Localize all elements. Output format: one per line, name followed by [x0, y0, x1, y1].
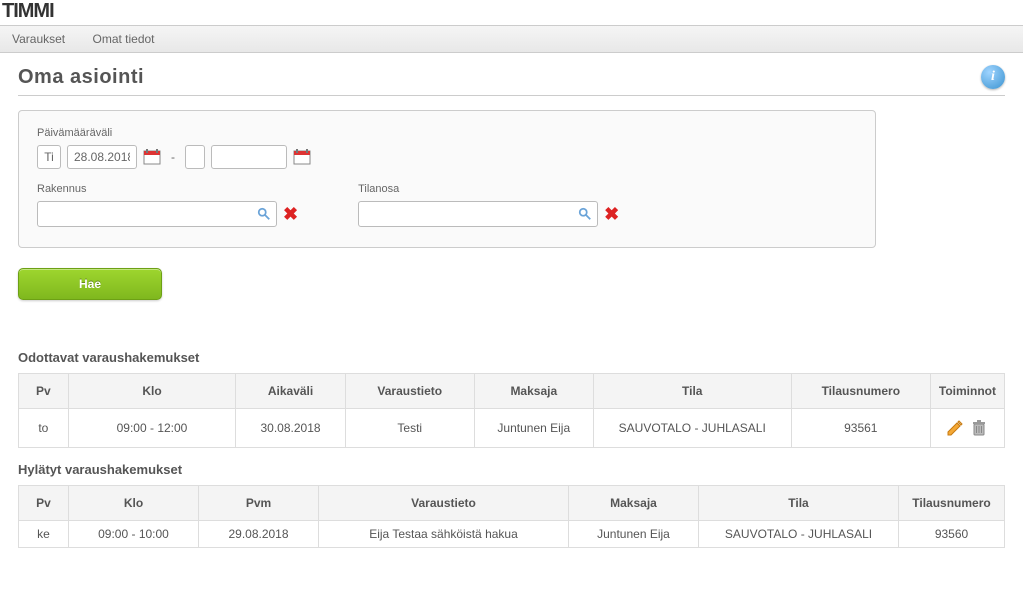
cell-pvm: 29.08.2018: [199, 521, 319, 548]
search-button[interactable]: Hae: [18, 268, 162, 300]
search-panel: Päivämääräväli - Rakennus ✖: [18, 110, 876, 248]
pending-table: Pv Klo Aikaväli Varaustieto Maksaja Tila…: [18, 373, 1005, 448]
page-title: Oma asiointi: [18, 66, 144, 89]
nav-varaukset[interactable]: Varaukset: [0, 32, 77, 46]
rejected-table: Pv Klo Pvm Varaustieto Maksaja Tila Tila…: [18, 485, 1005, 548]
cell-klo: 09:00 - 10:00: [69, 521, 199, 548]
th-varaustieto: Varaustieto: [345, 374, 474, 409]
cell-tila: SAUVOTALO - JUHLASALI: [593, 409, 791, 448]
rejected-title: Hylätyt varaushakemukset: [18, 462, 1005, 477]
th-toiminnot: Toiminnot: [930, 374, 1004, 409]
date-to-input[interactable]: [211, 145, 287, 169]
cell-tilausnumero: 93560: [899, 521, 1005, 548]
th-klo: Klo: [68, 374, 236, 409]
th-aikavali: Aikaväli: [236, 374, 345, 409]
th-varaustieto: Varaustieto: [319, 486, 569, 521]
table-row: to 09:00 - 12:00 30.08.2018 Testi Juntun…: [19, 409, 1005, 448]
pending-title: Odottavat varaushakemukset: [18, 350, 1005, 365]
main-nav: Varaukset Omat tiedot: [0, 26, 1023, 53]
table-row: ke 09:00 - 10:00 29.08.2018 Eija Testaa …: [19, 521, 1005, 548]
th-maksaja: Maksaja: [569, 486, 699, 521]
calendar-from-icon[interactable]: [143, 148, 161, 166]
clear-roompart-icon[interactable]: ✖: [600, 204, 619, 225]
cell-tila: SAUVOTALO - JUHLASALI: [699, 521, 899, 548]
date-dash: -: [167, 150, 179, 164]
roompart-input[interactable]: [358, 201, 598, 227]
edit-icon[interactable]: [946, 419, 964, 437]
th-tilausnumero: Tilausnumero: [899, 486, 1005, 521]
th-tila: Tila: [699, 486, 899, 521]
building-label: Rakennus: [37, 183, 298, 195]
cell-varaustieto: Eija Testaa sähköistä hakua: [319, 521, 569, 548]
th-klo: Klo: [69, 486, 199, 521]
calendar-to-icon[interactable]: [293, 148, 311, 166]
search-icon[interactable]: [578, 207, 592, 221]
cell-aikavali: 30.08.2018: [236, 409, 345, 448]
nav-omat-tiedot[interactable]: Omat tiedot: [80, 32, 166, 46]
cell-klo: 09:00 - 12:00: [68, 409, 236, 448]
trash-icon[interactable]: [970, 419, 988, 437]
day-from-input[interactable]: [37, 145, 61, 169]
clear-building-icon[interactable]: ✖: [279, 204, 298, 225]
cell-maksaja: Juntunen Eija: [569, 521, 699, 548]
th-pv: Pv: [19, 486, 69, 521]
date-from-input[interactable]: [67, 145, 137, 169]
cell-pv: to: [19, 409, 69, 448]
date-range-label: Päivämääräväli: [37, 127, 857, 139]
cell-pv: ke: [19, 521, 69, 548]
roompart-label: Tilanosa: [358, 183, 619, 195]
day-to-input[interactable]: [185, 145, 205, 169]
th-tila: Tila: [593, 374, 791, 409]
th-maksaja: Maksaja: [474, 374, 593, 409]
th-pvm: Pvm: [199, 486, 319, 521]
cell-maksaja: Juntunen Eija: [474, 409, 593, 448]
cell-varaustieto: Testi: [345, 409, 474, 448]
cell-tilausnumero: 93561: [791, 409, 930, 448]
th-tilausnumero: Tilausnumero: [791, 374, 930, 409]
building-input[interactable]: [37, 201, 277, 227]
info-icon[interactable]: i: [981, 65, 1005, 89]
search-icon[interactable]: [257, 207, 271, 221]
th-pv: Pv: [19, 374, 69, 409]
app-logo: TIMMI: [0, 0, 1023, 23]
